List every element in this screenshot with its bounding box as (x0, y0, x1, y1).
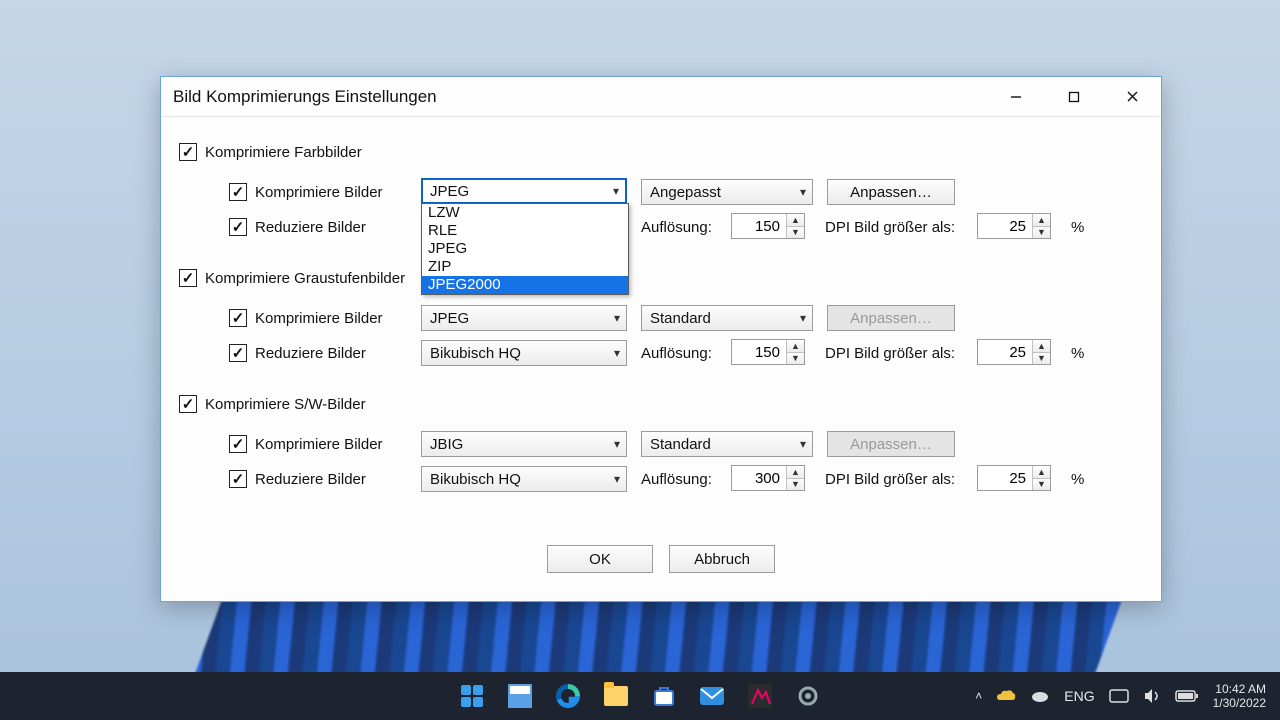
bw-customize-button: Anpassen… (827, 431, 955, 457)
gray-codec-select[interactable]: JPEG ▾ (421, 305, 627, 331)
bw-compress-checkbox[interactable]: Komprimiere Bilder (229, 435, 383, 453)
color-codec-dropdown[interactable]: LZWRLEJPEGZIPJPEG2000 (421, 203, 629, 295)
bw-method-select[interactable]: Bikubisch HQ ▾ (421, 466, 627, 492)
cancel-button[interactable]: Abbruch (669, 545, 775, 573)
volume-icon[interactable] (1143, 688, 1161, 704)
clock[interactable]: 10:42 AM 1/30/2022 (1213, 682, 1266, 710)
compress-bw-header-checkbox[interactable]: Komprimiere S/W-Bilder (179, 395, 366, 413)
color-percent-label: % (1071, 219, 1084, 236)
color-resolution-input[interactable]: 150 ▲▼ (731, 213, 805, 239)
ok-button[interactable]: OK (547, 545, 653, 573)
gray-reduce-checkbox[interactable]: Reduziere Bilder (229, 344, 366, 362)
color-resolution-label: Auflösung: (641, 219, 712, 236)
dropdown-option[interactable]: JPEG2000 (422, 276, 628, 294)
task-view-icon[interactable] (500, 676, 540, 716)
minimize-button[interactable] (987, 77, 1045, 116)
color-dpi-input[interactable]: 25 ▲▼ (977, 213, 1051, 239)
battery-icon[interactable] (1175, 690, 1199, 702)
mail-icon[interactable] (692, 676, 732, 716)
chevron-down-icon: ▾ (614, 437, 620, 451)
start-button[interactable] (452, 676, 492, 716)
gray-compress-checkbox[interactable]: Komprimiere Bilder (229, 309, 383, 327)
tray-chevron-icon[interactable]: ˄ (975, 689, 982, 703)
compress-color-header-label: Komprimiere Farbbilder (205, 144, 362, 161)
gray-customize-button: Anpassen… (827, 305, 955, 331)
dropdown-option[interactable]: LZW (422, 204, 628, 222)
app-icon[interactable] (740, 676, 780, 716)
color-dpi-label: DPI Bild größer als: (825, 219, 955, 236)
file-explorer-icon[interactable] (596, 676, 636, 716)
chevron-down-icon: ▾ (800, 437, 806, 451)
spin-down-icon[interactable]: ▼ (1033, 227, 1050, 239)
maximize-button[interactable] (1045, 77, 1103, 116)
keyboard-icon[interactable] (1109, 689, 1129, 703)
color-compress-checkbox[interactable]: Komprimiere Bilder (229, 183, 383, 201)
weather-icon[interactable] (1030, 689, 1050, 703)
spin-up-icon[interactable]: ▲ (1033, 214, 1050, 227)
dropdown-option[interactable]: JPEG (422, 240, 628, 258)
dropdown-option[interactable]: RLE (422, 222, 628, 240)
color-reduce-checkbox[interactable]: Reduziere Bilder (229, 218, 366, 236)
spin-down-icon[interactable]: ▼ (787, 227, 804, 239)
color-quality-select[interactable]: Angepasst ▾ (641, 179, 813, 205)
taskbar: ˄ ENG 10:42 AM 1/30/2022 (0, 672, 1280, 720)
compress-gray-header-label: Komprimiere Graustufenbilder (205, 270, 405, 287)
window-title: Bild Komprimierungs Einstellungen (173, 87, 987, 107)
gray-method-select[interactable]: Bikubisch HQ ▾ (421, 340, 627, 366)
language-indicator[interactable]: ENG (1064, 688, 1094, 704)
bw-resolution-input[interactable]: 300 ▲▼ (731, 465, 805, 491)
gray-quality-select[interactable]: Standard ▾ (641, 305, 813, 331)
dropdown-option[interactable]: ZIP (422, 258, 628, 276)
edge-icon[interactable] (548, 676, 588, 716)
chevron-down-icon: ▾ (613, 184, 619, 198)
titlebar: Bild Komprimierungs Einstellungen (161, 77, 1161, 117)
spin-up-icon[interactable]: ▲ (787, 214, 804, 227)
color-quality-value: Angepasst (650, 184, 721, 201)
color-compress-label: Komprimiere Bilder (255, 184, 383, 201)
gray-resolution-input[interactable]: 150 ▲▼ (731, 339, 805, 365)
settings-icon[interactable] (788, 676, 828, 716)
chevron-down-icon: ▾ (614, 346, 620, 360)
compress-gray-header-checkbox[interactable]: Komprimiere Graustufenbilder (179, 269, 405, 287)
bw-quality-select[interactable]: Standard ▾ (641, 431, 813, 457)
color-reduce-label: Reduziere Bilder (255, 219, 366, 236)
gray-dpi-input[interactable]: 25 ▲▼ (977, 339, 1051, 365)
color-customize-button[interactable]: Anpassen… (827, 179, 955, 205)
color-codec-value: JPEG (430, 183, 469, 200)
chevron-down-icon: ▾ (800, 185, 806, 199)
onedrive-icon[interactable] (996, 689, 1016, 703)
bw-reduce-checkbox[interactable]: Reduziere Bilder (229, 470, 366, 488)
color-codec-select[interactable]: JPEG ▾ (421, 178, 627, 204)
compress-color-header-checkbox[interactable]: Komprimiere Farbbilder (179, 143, 362, 161)
chevron-down-icon: ▾ (614, 311, 620, 325)
chevron-down-icon: ▾ (614, 472, 620, 486)
bw-codec-select[interactable]: JBIG ▾ (421, 431, 627, 457)
image-compression-settings-dialog: Bild Komprimierungs Einstellungen Kompri… (160, 76, 1162, 602)
store-icon[interactable] (644, 676, 684, 716)
bw-dpi-input[interactable]: 25 ▲▼ (977, 465, 1051, 491)
chevron-down-icon: ▾ (800, 311, 806, 325)
close-button[interactable] (1103, 77, 1161, 116)
